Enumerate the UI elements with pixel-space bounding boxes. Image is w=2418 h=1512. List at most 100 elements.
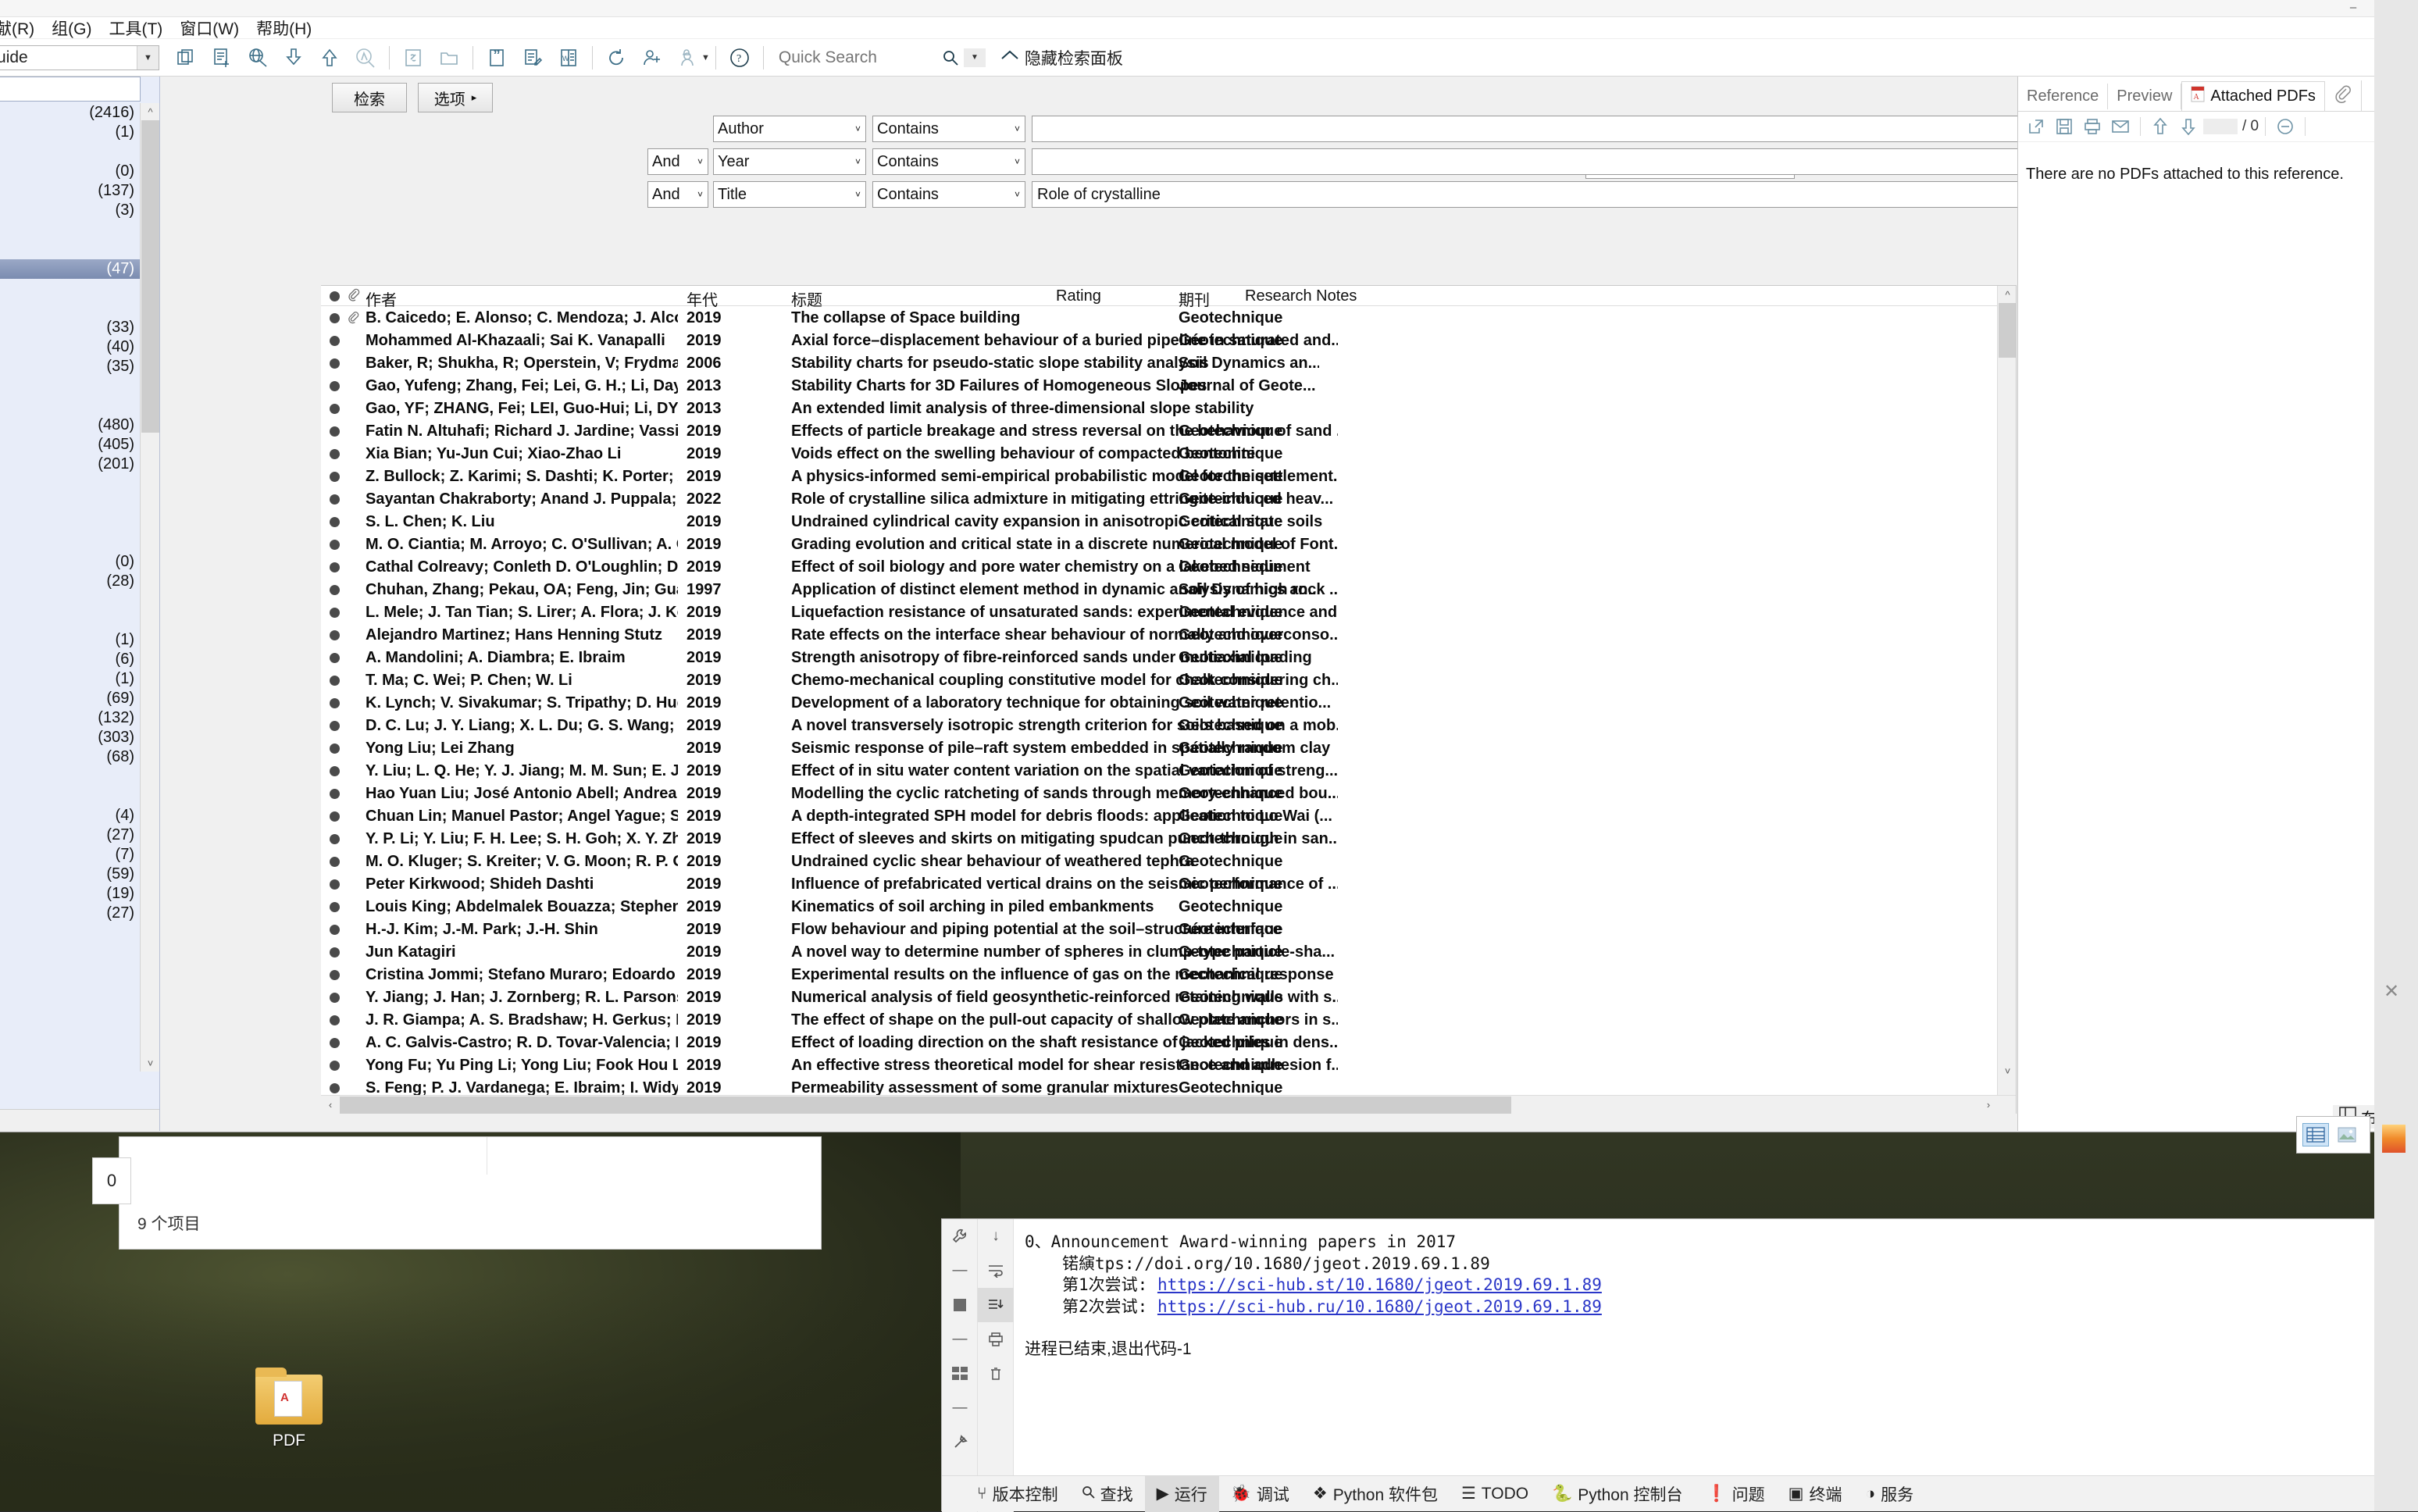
numeric-field[interactable]: 0	[92, 1157, 131, 1204]
column-header-research-notes[interactable]: Research Notes	[1245, 287, 1357, 305]
group-row[interactable]: (480)	[0, 415, 141, 435]
statusbar-find[interactable]: 查找	[1070, 1476, 1145, 1512]
statusbar-version-control[interactable]: ⑂ 版本控制	[965, 1476, 1070, 1512]
minimize-button[interactable]: –	[2350, 2, 2356, 14]
read-status-icon[interactable]	[330, 630, 340, 640]
table-row[interactable]: Jun Katagiri2019A novel way to determine…	[321, 941, 2000, 964]
table-row[interactable]: Z. Bullock; Z. Karimi; S. Dashti; K. Por…	[321, 465, 2000, 488]
read-status-icon[interactable]	[330, 970, 340, 980]
group-row[interactable]	[0, 533, 141, 552]
query-operator-select[interactable]: Contains ˅	[872, 148, 1025, 175]
read-status-icon[interactable]	[330, 1015, 340, 1025]
table-row[interactable]: K. Lynch; V. Sivakumar; S. Tripathy; D. …	[321, 692, 2000, 715]
console-link[interactable]: https://sci-hub.ru/10.1680/jgeot.2019.69…	[1157, 1297, 1602, 1316]
read-status-icon[interactable]	[330, 902, 340, 912]
menu-item-help[interactable]: 帮助(H)	[248, 15, 320, 41]
group-row[interactable]: (201)	[0, 455, 141, 474]
online-search-icon[interactable]	[240, 40, 276, 76]
group-row[interactable]: (28)	[0, 572, 141, 591]
group-row[interactable]: (27)	[0, 904, 141, 923]
group-row[interactable]	[0, 494, 141, 513]
scroll-down-icon[interactable]: ˅	[141, 1054, 160, 1072]
hide-search-panel-button[interactable]: 隐藏检索面板	[1000, 46, 1123, 70]
options-button[interactable]: 选项 ▸	[418, 83, 493, 112]
statusbar-python-packages[interactable]: ❖ Python 软件包	[1301, 1476, 1450, 1512]
read-status-icon[interactable]	[330, 947, 340, 957]
read-status-column-icon[interactable]	[330, 291, 340, 301]
trash-icon[interactable]	[978, 1357, 1014, 1391]
read-status-icon[interactable]	[330, 1038, 340, 1048]
group-row[interactable]: (40)	[0, 337, 141, 357]
tab-reference[interactable]: Reference	[2018, 84, 2108, 109]
quote-icon[interactable]: ”	[479, 40, 515, 76]
group-row[interactable]	[0, 474, 141, 494]
share-icon[interactable]	[634, 40, 670, 76]
layout-popup-menu[interactable]	[2296, 1116, 2370, 1154]
read-status-icon[interactable]	[330, 426, 340, 437]
read-status-icon[interactable]	[330, 494, 340, 505]
output-style-combo[interactable]: yle Guide ▼	[0, 45, 159, 70]
group-row[interactable]: (69)	[0, 689, 141, 708]
table-row[interactable]: Hao Yuan Liu; José Antonio Abell; Andrea…	[321, 783, 2000, 805]
group-row[interactable]: (7)	[0, 845, 141, 865]
group-row[interactable]: (59)	[0, 865, 141, 884]
quick-search-input[interactable]	[777, 48, 937, 68]
chevron-down-icon[interactable]: ▼	[137, 46, 159, 70]
read-status-icon[interactable]	[330, 472, 340, 482]
reference-list-vertical-scrollbar[interactable]: ^ ˅	[1997, 286, 2016, 1098]
next-icon[interactable]	[2175, 113, 2202, 140]
table-row[interactable]: Louis King; Abdelmalek Bouazza; Stephen …	[321, 896, 2000, 918]
table-row[interactable]: Y. P. Li; Y. Liu; F. H. Lee; S. H. Goh; …	[321, 828, 2000, 850]
read-status-icon[interactable]	[330, 313, 340, 323]
read-status-icon[interactable]	[330, 449, 340, 459]
table-row[interactable]: Xia Bian; Yu-Jun Cui; Xiao-Zhao Li2019Vo…	[321, 443, 2000, 465]
query-field-select[interactable]: Title ˅	[713, 181, 866, 208]
group-row[interactable]	[0, 220, 141, 240]
statusbar-debug[interactable]: 🐞 调试	[1219, 1476, 1301, 1512]
scroll-thumb[interactable]	[1999, 303, 2016, 358]
read-status-icon[interactable]	[330, 653, 340, 663]
read-status-icon[interactable]	[330, 789, 340, 799]
group-row[interactable]	[0, 767, 141, 786]
table-row[interactable]: J. R. Giampa; A. S. Bradshaw; H. Gerkus;…	[321, 1009, 2000, 1032]
read-status-icon[interactable]	[330, 744, 340, 754]
print-icon[interactable]	[2079, 113, 2106, 140]
query-operator-select[interactable]: Contains ˅	[872, 116, 1025, 142]
previous-icon[interactable]	[2147, 113, 2174, 140]
group-row[interactable]	[0, 591, 141, 611]
group-row[interactable]: (1)	[0, 630, 141, 650]
quick-search[interactable]: ▼	[777, 40, 986, 76]
read-status-icon[interactable]	[330, 585, 340, 595]
table-row[interactable]: A. C. Galvis-Castro; R. D. Tovar-Valenci…	[321, 1032, 2000, 1054]
statusbar-services[interactable]: ◑ 服务	[1853, 1476, 1925, 1512]
query-field-select[interactable]: Author ˅	[713, 116, 866, 142]
stop-icon[interactable]	[942, 1288, 978, 1322]
table-row[interactable]: M. O. Kluger; S. Kreiter; V. G. Moon; R.…	[321, 850, 2000, 873]
reference-list[interactable]: 作者 年代 标题 Rating 期刊 Research Notes B. Cai…	[321, 286, 2017, 1114]
group-row[interactable]: (1)	[0, 123, 141, 142]
table-row[interactable]: M. O. Ciantia; M. Arroyo; C. O'Sullivan;…	[321, 533, 2000, 556]
tab-attached-pdfs[interactable]: A Attached PDFs	[2181, 81, 2325, 111]
group-row[interactable]	[0, 376, 141, 396]
group-row[interactable]	[0, 298, 141, 318]
scroll-thumb[interactable]	[340, 1097, 1511, 1114]
group-row[interactable]: (137)	[0, 181, 141, 201]
table-row[interactable]: D. C. Lu; J. Y. Liang; X. L. Du; G. S. W…	[321, 715, 2000, 737]
pin-icon[interactable]	[942, 1425, 978, 1460]
scroll-thumb[interactable]	[141, 120, 159, 433]
search-icon[interactable]	[937, 40, 964, 76]
minus-icon[interactable]: —	[942, 1391, 978, 1425]
table-row[interactable]: Y. Jiang; J. Han; J. Zornberg; R. L. Par…	[321, 986, 2000, 1009]
group-row[interactable]: (4)	[0, 806, 141, 826]
read-status-icon[interactable]	[330, 879, 340, 890]
reference-list-horizontal-scrollbar[interactable]: ‹ ›	[321, 1095, 2017, 1114]
group-row[interactable]: (1)	[0, 669, 141, 689]
scroll-to-end-icon[interactable]: ↓	[978, 1219, 1014, 1253]
group-row[interactable]: (47)	[0, 259, 141, 279]
groups-scrollbar[interactable]: ^ ˅	[140, 103, 159, 1072]
group-row[interactable]: (35)	[0, 357, 141, 376]
table-row[interactable]: Cristina Jommi; Stefano Muraro; Edoardo …	[321, 964, 2000, 986]
attachment-column-icon[interactable]	[347, 287, 360, 305]
scroll-down-icon[interactable]: ˅	[1998, 1062, 2017, 1079]
group-row[interactable]: 和(33)	[0, 318, 141, 337]
